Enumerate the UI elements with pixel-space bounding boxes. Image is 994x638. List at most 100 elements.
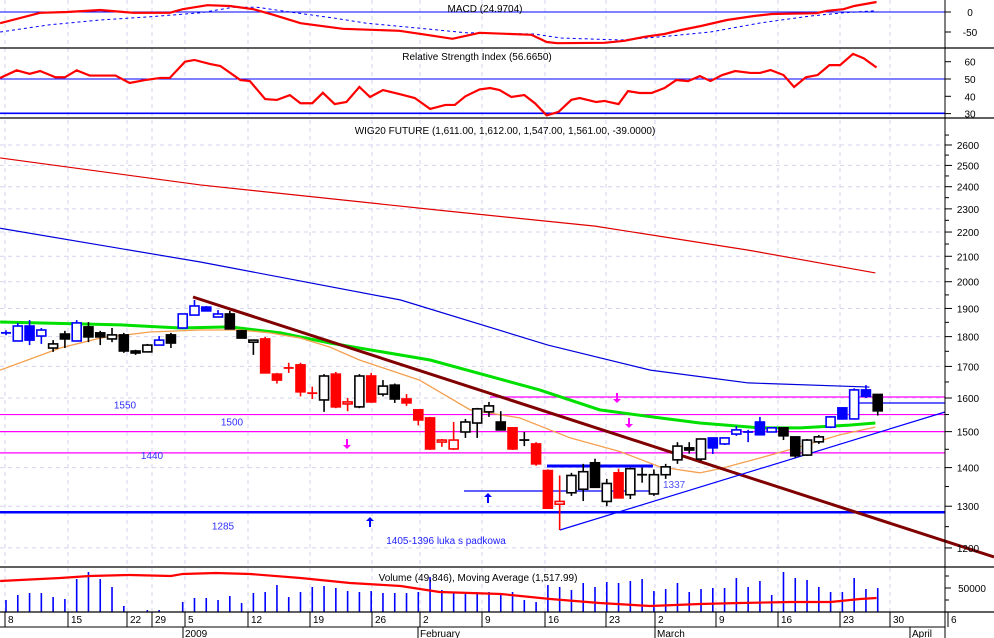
- candle-bullish: [177, 313, 188, 329]
- candle-bearish: [424, 417, 436, 450]
- price-title: WIG20 FUTURE (1,611.00, 1,612.00, 1,547.…: [355, 126, 656, 137]
- candle-bearish: [94, 332, 106, 338]
- candle-bearish: [507, 427, 518, 450]
- price-tick-label: 1200: [957, 544, 980, 555]
- macd-tick-label: -50: [963, 28, 978, 39]
- candle-bearish: [295, 364, 306, 393]
- month-label: February: [420, 629, 460, 638]
- x-tick-label: 16: [781, 615, 793, 626]
- price-tick-label: 1900: [957, 304, 980, 315]
- candle-bullish: [354, 375, 365, 408]
- level-label: 1440: [141, 451, 164, 462]
- level-label: 1550: [114, 401, 137, 412]
- rsi-tick-label: 30: [964, 110, 976, 121]
- x-tick-label: 15: [71, 615, 83, 626]
- candle-bearish: [542, 469, 554, 510]
- x-tick-label: 5: [188, 615, 194, 626]
- rsi-tick-label: 60: [964, 58, 976, 69]
- candle-bullish: [47, 343, 59, 349]
- price-tick-label: 2200: [957, 228, 980, 239]
- candle-bullish: [848, 389, 860, 420]
- candle-bullish: [248, 339, 259, 343]
- price-tick-label: 1300: [957, 502, 980, 513]
- x-tick-label: 19: [313, 615, 325, 626]
- month-label: April: [912, 629, 932, 638]
- candle-bearish: [789, 436, 801, 457]
- candle-bearish: [754, 421, 766, 436]
- stock-chart: 155015001440128513371405-1396 luka s pad…: [0, 0, 994, 638]
- candle-bullish: [766, 427, 778, 433]
- candle-bearish: [200, 306, 212, 312]
- level-label: 1500: [221, 418, 244, 429]
- month-label: 2009: [185, 629, 208, 638]
- candle-bullish: [554, 500, 565, 506]
- candle-bullish: [342, 401, 353, 405]
- candle-bearish: [613, 472, 624, 499]
- candle-bearish: [165, 334, 177, 344]
- candle-bullish: [719, 437, 730, 445]
- candle-bullish: [483, 405, 495, 413]
- candle-bullish: [448, 439, 459, 450]
- price-tick-label: 2400: [957, 183, 980, 194]
- rsi-tick-label: 50: [964, 75, 976, 86]
- level-label: 1285: [212, 521, 235, 532]
- candle-bullish: [12, 325, 24, 342]
- x-tick-label: 9: [485, 615, 491, 626]
- macd-title: MACD (24.9704): [447, 4, 522, 15]
- candle-bullish: [695, 438, 707, 460]
- candle-bullish: [36, 329, 47, 337]
- candle-bearish: [683, 447, 695, 451]
- candle-bullish: [731, 429, 742, 435]
- price-tick-label: 2000: [957, 278, 980, 289]
- price-tick-label: 1500: [957, 428, 980, 439]
- x-tick-label: 8: [8, 615, 14, 626]
- candle-bullish: [460, 421, 471, 433]
- candle-bearish: [589, 461, 601, 489]
- candle-bullish: [106, 334, 118, 340]
- gap-label: 1405-1396 luka s padkowa: [386, 536, 506, 547]
- candle-bullish: [212, 313, 224, 318]
- rsi-tick-label: 40: [964, 92, 976, 103]
- price-tick-label: 2300: [957, 205, 980, 216]
- volume-title: Volume (49,846), Moving Average (1,517.9…: [379, 573, 578, 584]
- candle-bullish: [813, 436, 825, 443]
- candle-bearish: [365, 375, 377, 403]
- candle-bearish: [330, 373, 342, 408]
- candle-bullish: [625, 467, 636, 496]
- candle-bullish: [142, 344, 153, 353]
- candle-bearish: [860, 389, 872, 398]
- price-tick-label: 2500: [957, 161, 980, 172]
- x-tick-label: 23: [609, 615, 621, 626]
- candle-bullish: [566, 474, 577, 494]
- candle-bearish: [837, 407, 848, 420]
- candle-bullish: [825, 416, 836, 428]
- candle-bearish: [778, 427, 789, 437]
- candle-bullish: [471, 408, 483, 424]
- rsi-title: Relative Strength Index (56.6650): [402, 52, 552, 63]
- candle-bearish: [259, 338, 271, 374]
- candle-bullish: [577, 470, 589, 491]
- price-tick-label: 1700: [957, 362, 980, 373]
- candle-bullish: [801, 439, 813, 456]
- x-tick-label: 2: [658, 615, 664, 626]
- price-tick-label: 2100: [957, 252, 980, 263]
- x-tick-label: 30: [893, 615, 905, 626]
- x-tick-label: 2: [423, 615, 429, 626]
- price-tick-label: 1600: [957, 394, 980, 405]
- x-tick-label: 12: [251, 615, 263, 626]
- candle-bearish: [59, 333, 71, 340]
- candle-bullish: [672, 445, 683, 461]
- candle-bullish: [377, 385, 389, 395]
- candle-bearish: [118, 334, 130, 352]
- candle-bearish: [401, 398, 412, 404]
- candle-bullish: [153, 339, 165, 346]
- candle-bearish: [24, 325, 35, 341]
- price-tick-label: 1800: [957, 333, 980, 344]
- x-tick-label: 26: [375, 615, 387, 626]
- candle-bearish: [236, 330, 247, 339]
- price-tick-label: 1400: [957, 464, 980, 475]
- candle-bearish: [83, 326, 94, 338]
- candle-bearish: [495, 421, 507, 431]
- candle-bearish: [872, 393, 884, 412]
- candle-bearish: [707, 437, 719, 449]
